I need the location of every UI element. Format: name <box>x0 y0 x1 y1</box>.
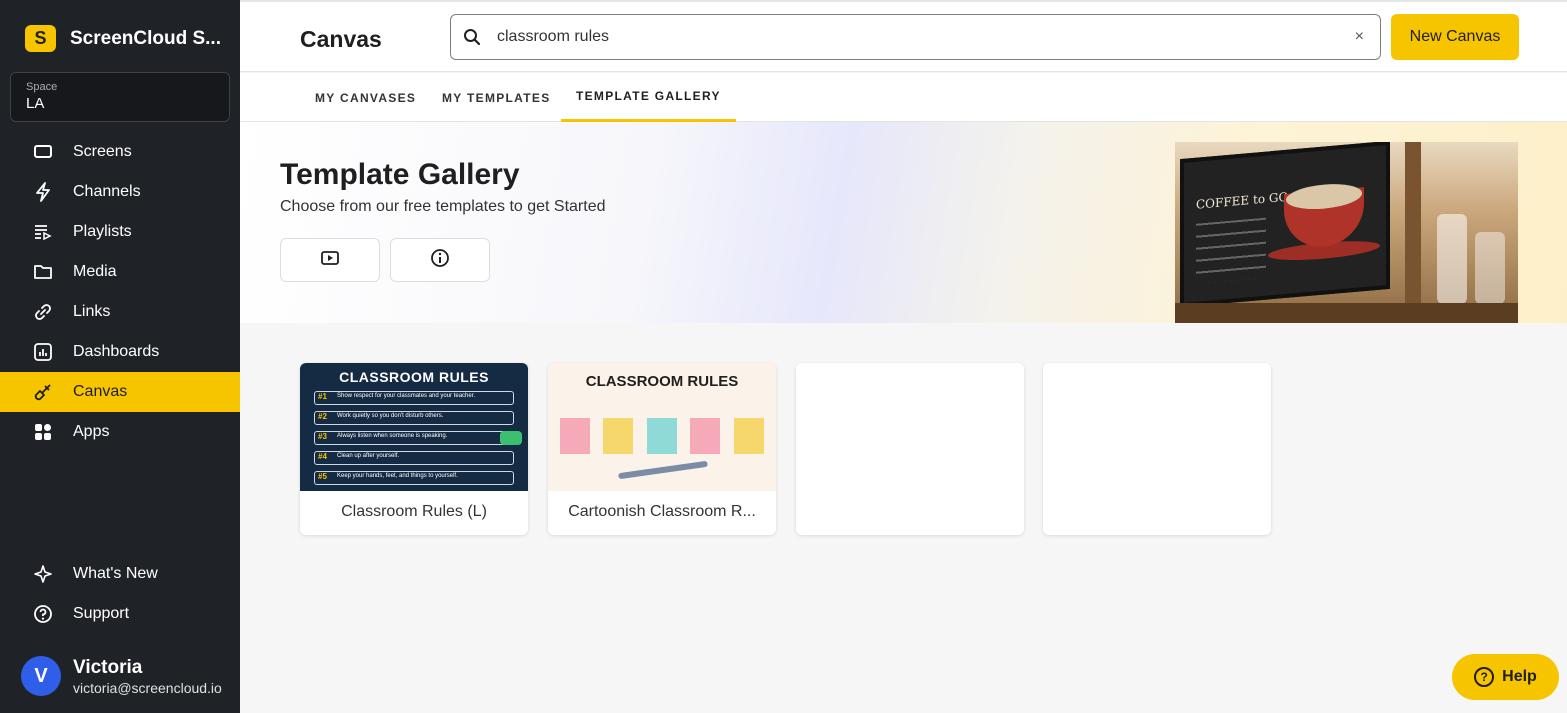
sidebar-item-label: Media <box>73 263 117 280</box>
sidebar-item-label: Screens <box>73 143 132 160</box>
playlist-icon <box>32 221 54 243</box>
folder-icon <box>32 261 54 283</box>
search-input[interactable] <box>497 28 1317 46</box>
rule-number: #1 <box>318 392 327 401</box>
tab-template-gallery[interactable]: TEMPLATE GALLERY <box>561 73 736 122</box>
sticky-note <box>560 418 590 454</box>
lightning-icon <box>32 181 54 203</box>
pencil-doodle <box>618 460 708 480</box>
tab-my-canvases[interactable]: MY CANVASES <box>315 73 416 122</box>
template-label: Cartoonish Classroom R... <box>568 503 756 520</box>
sidebar-item-media[interactable]: Media <box>0 252 240 292</box>
play-video-icon <box>320 250 340 271</box>
link-icon <box>32 301 54 323</box>
template-card[interactable]: CLASSROOM RULES #1 Show respect for your … <box>300 363 528 535</box>
green-sticker <box>500 431 522 445</box>
rule-text: Always listen when someone is speaking. <box>337 433 448 439</box>
rule-number: #5 <box>318 472 327 481</box>
sidebar-item-apps[interactable]: Apps <box>0 412 240 452</box>
sidebar: S ScreenCloud S... Space LA Screens Chan… <box>0 0 240 713</box>
rule-number: #4 <box>318 452 327 461</box>
apps-icon <box>32 421 54 443</box>
brand-name: ScreenCloud S... <box>70 27 221 49</box>
sidebar-item-label: Dashboards <box>73 343 160 360</box>
template-thumbnail: CLASSROOM RULES #1 Show respect for your … <box>300 363 528 491</box>
video-button[interactable] <box>280 238 380 282</box>
sparkle-icon <box>32 563 54 585</box>
rule-text: Work quietly so you don't disturb others… <box>337 413 444 419</box>
tab-my-templates[interactable]: MY TEMPLATES <box>442 73 551 122</box>
brand[interactable]: S ScreenCloud S... <box>25 25 221 52</box>
sticky-note <box>647 418 677 454</box>
rule-text: Show respect for your classmates and you… <box>337 393 476 399</box>
photo-text: COFFEE to GO <box>1196 189 1289 212</box>
brand-logo: S <box>25 25 56 52</box>
template-thumbnail: CLASSROOM RULES <box>548 363 776 491</box>
sticky-note <box>690 418 720 454</box>
template-card[interactable]: CLASSROOM RULES Cartoonish Classroom R..… <box>548 363 776 535</box>
info-button[interactable] <box>390 238 490 282</box>
gallery-banner: Template Gallery Choose from our free te… <box>240 122 1567 323</box>
user-profile[interactable]: V Victoria victoria@screencloud.io <box>21 656 222 696</box>
sidebar-item-support[interactable]: Support <box>0 594 240 634</box>
rule-text: Keep your hands, feet, and things to you… <box>337 473 458 479</box>
sidebar-item-label: Playlists <box>73 223 132 240</box>
sidebar-nav: Screens Channels Playlists Media Links D… <box>0 132 240 452</box>
info-icon <box>430 248 450 273</box>
sidebar-item-playlists[interactable]: Playlists <box>0 212 240 252</box>
sticky-note <box>734 418 764 454</box>
rule-text: Clean up after yourself. <box>337 453 400 459</box>
sticky-note <box>603 418 633 454</box>
sidebar-item-label: Channels <box>73 183 141 200</box>
page-title: Canvas <box>300 26 382 52</box>
dashboard-icon <box>32 341 54 363</box>
sidebar-item-label: Links <box>73 303 111 320</box>
user-name: Victoria <box>73 656 143 678</box>
tabs: MY CANVASES MY TEMPLATES TEMPLATE GALLER… <box>240 73 1567 122</box>
sidebar-item-label: What's New <box>73 565 158 582</box>
user-email: victoria@screencloud.io <box>73 679 222 696</box>
sidebar-bottom-nav: What's New Support <box>0 554 240 634</box>
help-label: Help <box>1502 668 1537 685</box>
avatar: V <box>21 656 61 696</box>
rule-number: #2 <box>318 412 327 421</box>
clear-search-icon[interactable]: × <box>1355 28 1364 46</box>
question-icon <box>32 603 54 625</box>
space-selector[interactable]: Space LA <box>10 72 230 122</box>
template-card-placeholder[interactable] <box>1043 363 1271 535</box>
thumb-title: CLASSROOM RULES <box>339 369 489 385</box>
sidebar-item-channels[interactable]: Channels <box>0 172 240 212</box>
help-button[interactable]: ? Help <box>1452 654 1559 700</box>
sidebar-item-label: Apps <box>73 423 110 440</box>
sidebar-item-label: Support <box>73 605 130 622</box>
sidebar-item-dashboards[interactable]: Dashboards <box>0 332 240 372</box>
sidebar-item-label: Canvas <box>73 383 128 400</box>
top-bar: Canvas × New Canvas <box>240 0 1567 72</box>
banner-photo: COFFEE to GO <box>1175 142 1518 323</box>
sidebar-item-canvas[interactable]: Canvas <box>0 372 240 412</box>
banner-subtitle: Choose from our free templates to get St… <box>280 198 606 215</box>
coffee-menu-screen: COFFEE to GO <box>1180 142 1390 308</box>
sidebar-item-whats-new[interactable]: What's New <box>0 554 240 594</box>
screen-icon <box>32 141 54 163</box>
rule-number: #3 <box>318 432 327 441</box>
template-label: Classroom Rules (L) <box>341 503 487 520</box>
brush-icon <box>32 381 54 403</box>
help-icon: ? <box>1474 667 1495 687</box>
search-icon <box>463 27 483 47</box>
search-box[interactable]: × <box>450 14 1381 60</box>
new-canvas-button[interactable]: New Canvas <box>1391 14 1519 60</box>
template-card-placeholder[interactable] <box>796 363 1024 535</box>
thumb-title: CLASSROOM RULES <box>585 373 739 390</box>
space-label: Space <box>26 81 58 93</box>
sidebar-item-links[interactable]: Links <box>0 292 240 332</box>
sidebar-item-screens[interactable]: Screens <box>0 132 240 172</box>
space-value: LA <box>26 95 45 112</box>
banner-title: Template Gallery <box>280 158 520 191</box>
